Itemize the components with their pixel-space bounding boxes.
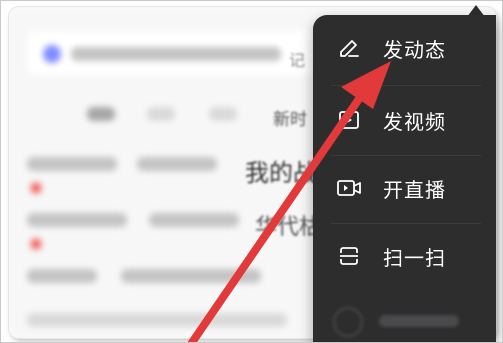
list-item-blur [149,213,239,227]
tab-blur [209,107,237,121]
tab-hint-text: 新时 [273,110,307,130]
tab-blur [87,107,115,121]
feed-line-2-text: 华代枯 [255,215,322,240]
menu-item-label: 发动态 [383,37,446,62]
list-item-blur [121,269,261,283]
video-icon [335,106,363,134]
menu-item-post-video[interactable]: 发视频 [313,87,496,153]
menu-item-post-update[interactable]: 发动态 [313,15,496,81]
pencil-icon [335,34,363,62]
list-item-blur [137,157,217,171]
menu-divider [331,85,481,86]
topbar-hint-text: 记 [289,51,306,70]
scan-icon [335,242,363,270]
badge-blur [31,239,41,249]
list-item-blur [27,213,127,227]
tab-blur [147,107,175,121]
menu-more-label [379,315,459,327]
list-item-blur [27,269,97,283]
menu-more-icon [333,307,363,337]
menu-item-label: 开直播 [383,177,446,202]
badge-blur [31,183,41,193]
search-placeholder-bar [71,47,281,61]
menu-item-label: 扫一扫 [383,245,446,270]
list-item-blur [27,313,287,327]
avatar [43,45,61,63]
live-camera-icon [335,174,363,202]
screenshot-frame: 记 新时 我的战 华代枯 发动态 发视频 开直播 扫一扫 [0,0,503,343]
menu-item-go-live[interactable]: 开直播 [313,155,496,221]
list-item-blur [27,157,117,171]
menu-item-label: 发视频 [383,109,446,134]
popup-menu: 发动态 发视频 开直播 扫一扫 [313,15,496,342]
menu-item-scan[interactable]: 扫一扫 [313,223,496,289]
feed-line-1-text: 我的战 [245,159,317,187]
